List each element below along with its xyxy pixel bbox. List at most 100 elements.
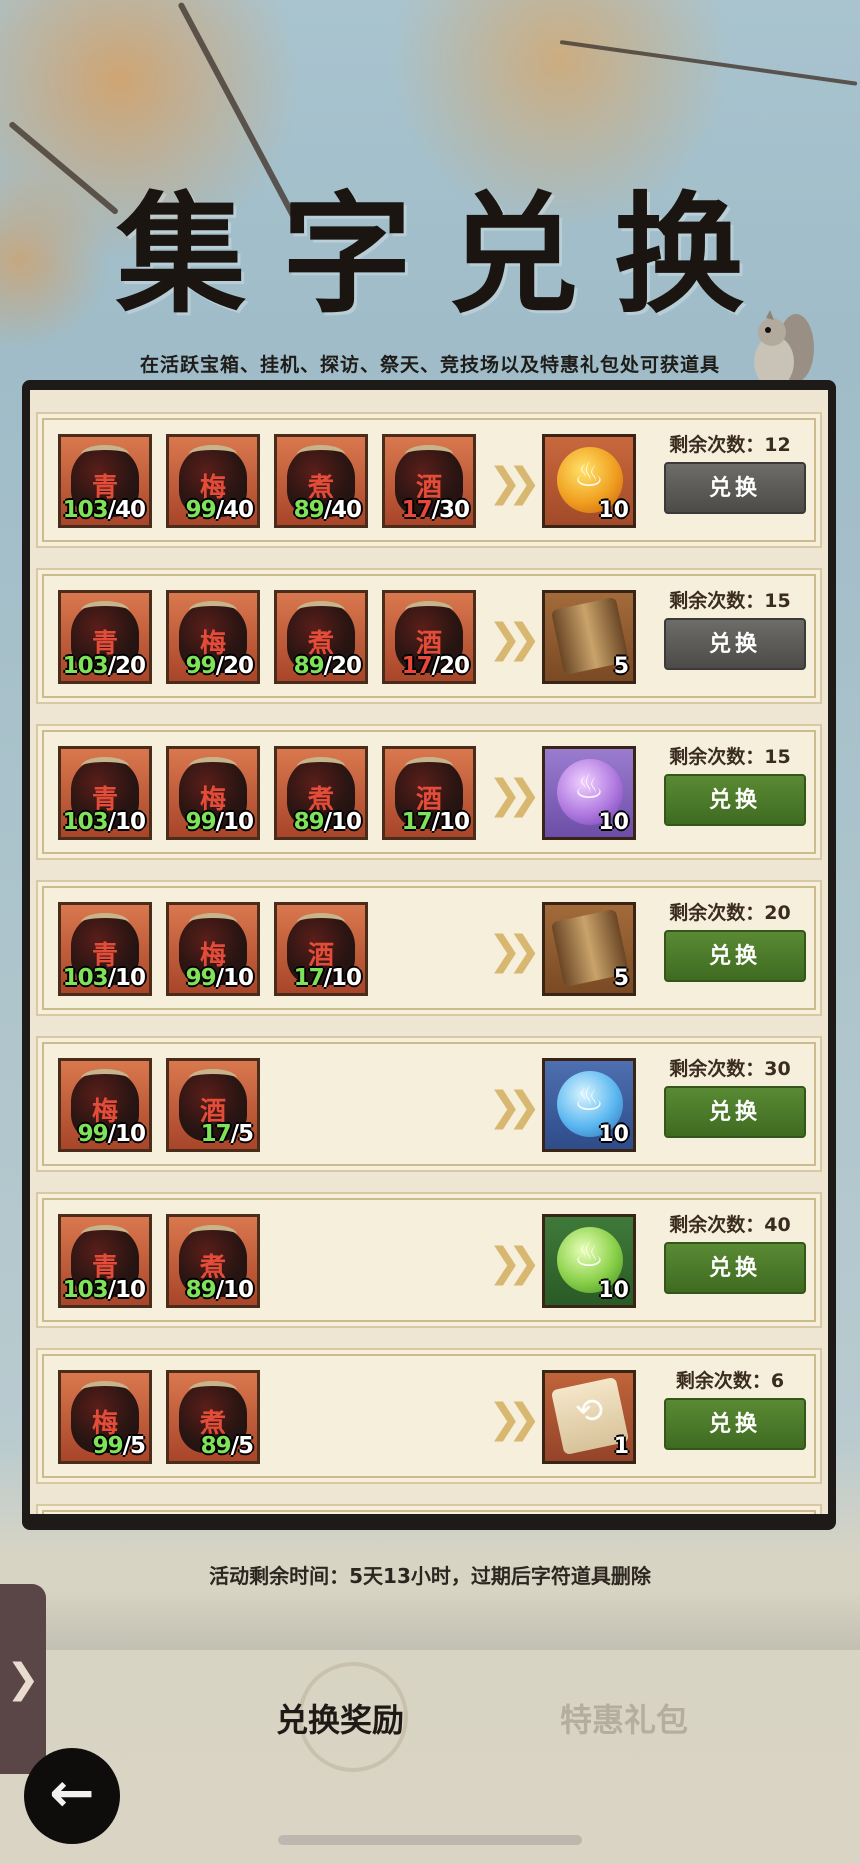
exchange-panel: 青 103/40 梅 99/40 煮 89/40 酒 17/30 ❯❯ ♨ 10 剩余次数：12 兑换青… [22, 380, 836, 1530]
jar-rope-icon [81, 1381, 129, 1400]
jar-count-need: /10 [107, 1277, 146, 1303]
jar-count-have: 99 [77, 1121, 109, 1147]
double-chevron-icon: ❯❯ [488, 928, 541, 974]
jar-count-have: 89 [200, 1433, 232, 1459]
jar-count-need: /20 [431, 653, 470, 679]
jar-count-have: 103 [62, 497, 109, 523]
wine-jar-item[interactable]: 煮 89/5 [166, 1370, 260, 1464]
reward-item[interactable]: ♨ 10 [542, 1214, 636, 1308]
jar-count: 89/10 [293, 809, 362, 835]
double-chevron-icon: ❯❯ [488, 1084, 541, 1130]
jar-count-need: /10 [431, 809, 470, 835]
exchange-button[interactable]: 兑换 [664, 1086, 806, 1138]
wine-jar-item[interactable]: 青 103/40 [58, 434, 152, 528]
reward-glyph: ♨ [573, 455, 605, 495]
jar-count-have: 99 [92, 1433, 124, 1459]
back-arrow-icon[interactable]: ← [24, 1748, 120, 1844]
wine-jar-item[interactable]: 青 103/10 [58, 1214, 152, 1308]
exchange-button[interactable]: 兑换 [664, 1242, 806, 1294]
jar-count-need: /10 [107, 1121, 146, 1147]
jar-rope-icon [189, 1381, 237, 1400]
wine-jar-item[interactable]: 梅 99/10 [166, 746, 260, 840]
remaining-count: 剩余次数：30 [669, 1058, 791, 1080]
jar-count-have: 17 [200, 1121, 232, 1147]
double-chevron-icon: ❯❯ [488, 616, 541, 662]
jar-count-have: 17 [401, 653, 433, 679]
jar-rope-icon [405, 601, 453, 620]
jar-rope-icon [297, 601, 345, 620]
reward-item[interactable]: ♨ 10 [542, 1058, 636, 1152]
wine-jar-item[interactable]: 梅 99/5 [58, 1370, 152, 1464]
reward-glyph: ♨ [573, 1235, 605, 1275]
jar-count-have: 103 [62, 1277, 109, 1303]
jar-count-have: 99 [185, 809, 217, 835]
jar-count-need: /10 [215, 1277, 254, 1303]
jar-count-have: 89 [185, 1277, 217, 1303]
wine-jar-item[interactable]: 酒 17/30 [382, 434, 476, 528]
reward-item[interactable]: ♨ 10 [542, 434, 636, 528]
wine-jar-item[interactable]: 煮 89/10 [166, 1214, 260, 1308]
exchange-button[interactable]: 兑换 [664, 618, 806, 670]
wine-jar-item[interactable]: 梅 99/10 [166, 902, 260, 996]
jar-count-need: /10 [107, 809, 146, 835]
jar-count-have: 17 [401, 497, 433, 523]
wine-jar-item[interactable]: 梅 99/20 [166, 590, 260, 684]
home-indicator[interactable] [278, 1835, 582, 1845]
jar-count-have: 89 [293, 497, 325, 523]
page-subtitle: 在活跃宝箱、挂机、探访、祭天、竞技场以及特惠礼包处可获道具 [139, 354, 720, 376]
reward-quantity: 10 [598, 498, 629, 523]
jar-count-need: /5 [230, 1121, 254, 1147]
jar-count-have: 89 [293, 809, 325, 835]
reward-quantity: 5 [613, 966, 629, 991]
reward-quantity: 10 [598, 1278, 629, 1303]
wine-jar-item[interactable]: 梅 99/40 [166, 434, 260, 528]
exchange-button[interactable]: 兑换 [664, 930, 806, 982]
wine-jar-item[interactable]: 煮 89/20 [274, 590, 368, 684]
reward-quantity: 10 [598, 810, 629, 835]
exchange-button[interactable]: 兑换 [664, 774, 806, 826]
wine-jar-item[interactable]: 青 103/10 [58, 746, 152, 840]
tab-exchange-rewards[interactable]: 兑换奖励 [276, 1695, 404, 1741]
wine-jar-item[interactable]: 青 103/10 [58, 902, 152, 996]
wine-jar-item[interactable]: 酒 17/20 [382, 590, 476, 684]
wine-jar-item[interactable]: 青 103/20 [58, 590, 152, 684]
wine-jar-item[interactable]: 酒 17/10 [274, 902, 368, 996]
jar-count-need: /20 [323, 653, 362, 679]
jar-rope-icon [405, 757, 453, 776]
jar-count: 99/40 [186, 497, 254, 523]
jar-count-need: /20 [107, 653, 146, 679]
exchange-list[interactable]: 青 103/40 梅 99/40 煮 89/40 酒 17/30 ❯❯ ♨ 10 剩余次数：12 兑换青… [30, 390, 828, 1514]
wine-jar-item[interactable]: 煮 89/10 [274, 746, 368, 840]
exchange-button[interactable]: 兑换 [664, 462, 806, 514]
jar-count-need: /5 [230, 1433, 254, 1459]
jar-count-need: /40 [107, 497, 146, 523]
reward-item[interactable]: ♨ 10 [542, 746, 636, 840]
page-title: 集字兑换 [115, 178, 780, 331]
expand-chevron-icon[interactable]: ❯ [0, 1584, 46, 1774]
exchange-row: 青 103/20 梅 99/20 煮 89/20 酒 17/20 ❯❯ 5 剩余次数：15 兑换 [36, 568, 822, 704]
jar-rope-icon [81, 913, 129, 932]
exchange-button[interactable]: 兑换 [664, 1398, 806, 1450]
title-banner: 集字兑换 [0, 150, 860, 338]
reward-quantity: 1 [613, 1434, 629, 1459]
remaining-count: 剩余次数：15 [669, 746, 791, 768]
wine-jar-item[interactable]: 梅 99/10 [58, 1058, 152, 1152]
wine-jar-item[interactable]: 酒 17/10 [382, 746, 476, 840]
double-chevron-icon: ❯❯ [488, 1396, 541, 1442]
remaining-count: 剩余次数：12 [669, 434, 791, 456]
reward-item[interactable]: ⟲ 1 [542, 1370, 636, 1464]
jar-count-need: /10 [323, 965, 362, 991]
jar-count-have: 103 [62, 809, 109, 835]
reward-item[interactable]: 5 [542, 590, 636, 684]
exchange-row: 青 103/10 梅 99/10 酒 17/10 ❯❯ 5 剩余次数：20 兑换 [36, 880, 822, 1016]
jar-rope-icon [297, 445, 345, 464]
reward-quantity: 5 [613, 654, 629, 679]
reward-item[interactable]: 5 [542, 902, 636, 996]
wine-jar-item[interactable]: 煮 89/40 [274, 434, 368, 528]
jar-rope-icon [297, 757, 345, 776]
tab-special-packs[interactable]: 特惠礼包 [560, 1695, 688, 1741]
jar-count: 103/10 [62, 1277, 146, 1303]
jar-rope-icon [189, 445, 237, 464]
wine-jar-item[interactable]: 酒 17/5 [166, 1058, 260, 1152]
jar-rope-icon [81, 757, 129, 776]
